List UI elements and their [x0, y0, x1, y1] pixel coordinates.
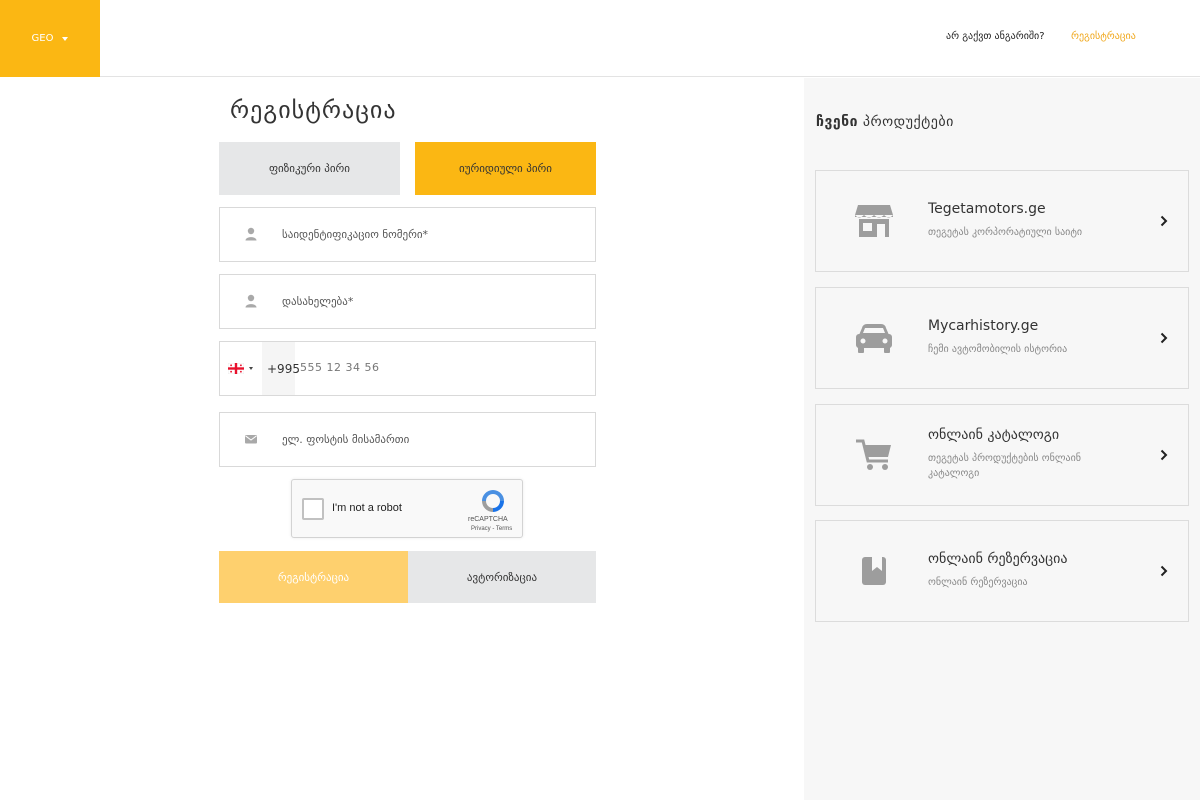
sidebar-title-bold: ჩვენი: [816, 114, 858, 130]
tab-legal-person[interactable]: იურიდიული პირი: [415, 142, 596, 195]
email-field[interactable]: ელ. ფოსტის მისამართი: [219, 412, 596, 467]
product-name: Mycarhistory.ge: [928, 318, 1039, 334]
user-icon: [245, 294, 257, 308]
id-number-placeholder: საიდენტიფიკაციო ნომერი*: [282, 228, 429, 241]
country-selector[interactable]: [220, 342, 262, 395]
bookmark-icon: [862, 557, 886, 585]
products-sidebar: ჩვენი პროდუქტები Tegetamotors.ge თეგეტას…: [804, 78, 1200, 800]
chevron-right-icon: [1160, 332, 1168, 344]
caret-down-icon: [62, 36, 69, 41]
car-icon: [856, 324, 892, 353]
authorization-button[interactable]: ავტორიზაცია: [408, 551, 596, 603]
phone-field[interactable]: +995 555 12 34 56: [219, 341, 596, 396]
chevron-right-icon: [1160, 215, 1168, 227]
register-button[interactable]: რეგისტრაცია: [219, 551, 408, 603]
product-name: ონლაინ რეზერვაცია: [928, 551, 1068, 567]
product-name: Tegetamotors.ge: [928, 201, 1046, 217]
cart-icon: [856, 439, 891, 470]
tab-physical-person[interactable]: ფიზიკური პირი: [219, 142, 400, 195]
store-icon: [855, 205, 893, 237]
email-placeholder: ელ. ფოსტის მისამართი: [282, 433, 410, 446]
recaptcha-widget: I'm not a robot reCAPTCHA Privacy - Term…: [291, 479, 523, 538]
tab-label: იურიდიული პირი: [459, 162, 552, 175]
product-card-tegetamotors[interactable]: Tegetamotors.ge თეგეტას კორპორატიული საი…: [815, 170, 1189, 272]
envelope-icon: [245, 435, 257, 444]
recaptcha-links[interactable]: Privacy - Terms: [471, 526, 512, 532]
register-button-label: რეგისტრაცია: [277, 570, 350, 584]
language-label: GEO: [31, 33, 54, 44]
sidebar-title: ჩვენი პროდუქტები: [816, 114, 954, 130]
product-subtitle: ონლაინ რეზერვაცია: [928, 577, 1028, 588]
page-title: რეგისტრაცია: [230, 96, 397, 124]
register-link[interactable]: რეგისტრაცია: [1071, 31, 1136, 42]
user-icon: [245, 227, 257, 241]
product-card-online-reservation[interactable]: ონლაინ რეზერვაცია ონლაინ რეზერვაცია: [815, 520, 1189, 622]
no-account-question: არ გაქვთ ანგარიში?: [946, 31, 1045, 42]
caret-down-icon: [249, 367, 253, 370]
sidebar-title-rest: პროდუქტები: [862, 114, 954, 130]
chevron-right-icon: [1160, 565, 1168, 577]
georgia-flag-icon: [228, 363, 244, 374]
product-card-online-catalog[interactable]: ონლაინ კატალოგი თეგეტას პროდუქტების ონლა…: [815, 404, 1189, 506]
recaptcha-brand: reCAPTCHA: [468, 516, 508, 523]
product-name: ონლაინ კატალოგი: [928, 427, 1060, 443]
authorization-button-label: ავტორიზაცია: [466, 570, 538, 584]
chevron-right-icon: [1160, 449, 1168, 461]
recaptcha-logo-icon: [482, 490, 504, 512]
company-name-placeholder: დასახელება*: [282, 295, 354, 308]
phone-input[interactable]: 555 12 34 56: [300, 361, 379, 374]
product-subtitle: თეგეტას კორპორატიული საიტი: [928, 227, 1083, 238]
company-name-field[interactable]: დასახელება*: [219, 274, 596, 329]
product-subtitle: ჩემი ავტომობილის ისტორია: [928, 344, 1068, 355]
recaptcha-checkbox[interactable]: [302, 498, 324, 520]
id-number-field[interactable]: საიდენტიფიკაციო ნომერი*: [219, 207, 596, 262]
product-card-mycarhistory[interactable]: Mycarhistory.ge ჩემი ავტომობილის ისტორია: [815, 287, 1189, 389]
recaptcha-label: I'm not a robot: [332, 502, 402, 514]
product-subtitle: თეგეტას პროდუქტების ონლაინ კატალოგი: [928, 453, 1082, 479]
language-selector[interactable]: GEO: [0, 0, 100, 77]
dial-code: +995: [262, 342, 300, 395]
tab-label: ფიზიკური პირი: [268, 162, 350, 175]
top-header: GEO არ გაქვთ ანგარიში? რეგისტრაცია: [0, 0, 1200, 77]
